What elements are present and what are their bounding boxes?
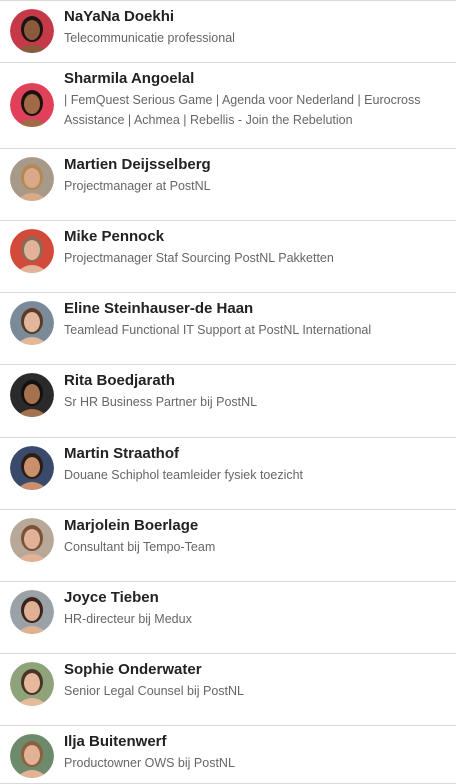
- connection-item[interactable]: Martien Deijsselberg Projectmanager at Po…: [0, 149, 456, 221]
- profile-photo-icon: [10, 662, 54, 706]
- connection-name[interactable]: Ilja Buitenwerf: [64, 732, 454, 751]
- connection-info: Ilja Buitenwerf Productowner OWS bij Post…: [64, 732, 454, 773]
- connection-headline: HR-directeur bij Medux: [64, 612, 192, 626]
- profile-photo-icon: [10, 590, 54, 634]
- connection-headline: Senior Legal Counsel bij PostNL: [64, 684, 244, 698]
- connection-item[interactable]: Rita Boedjarath Sr HR Business Partner bi…: [0, 365, 456, 438]
- profile-photo-icon: [10, 229, 54, 273]
- connection-item[interactable]: Eline Steinhauser-de Haan Teamlead Functi…: [0, 293, 456, 365]
- avatar[interactable]: [10, 373, 54, 417]
- avatar[interactable]: [10, 229, 54, 273]
- profile-photo-icon: [10, 373, 54, 417]
- connection-headline: Projectmanager at PostNL: [64, 179, 211, 193]
- connection-headline: | FemQuest Serious Game | Agenda voor Ne…: [64, 93, 421, 127]
- connection-name[interactable]: Joyce Tieben: [64, 588, 454, 607]
- connection-item[interactable]: Sophie Onderwater Senior Legal Counsel bi…: [0, 654, 456, 726]
- connection-headline: Sr HR Business Partner bij PostNL: [64, 395, 258, 409]
- avatar[interactable]: [10, 662, 54, 706]
- connection-info: Marjolein Boerlage Consultant bij Tempo-T…: [64, 516, 454, 557]
- connection-item[interactable]: NaYaNa Doekhi Telecommunicatie profession…: [0, 1, 456, 63]
- connection-name[interactable]: Martin Straathof: [64, 444, 454, 463]
- connection-info: Mike Pennock Projectmanager Staf Sourcing…: [64, 227, 454, 268]
- connection-headline: Projectmanager Staf Sourcing PostNL Pakk…: [64, 251, 334, 265]
- connection-name[interactable]: Mike Pennock: [64, 227, 454, 246]
- connection-info: Sophie Onderwater Senior Legal Counsel bi…: [64, 660, 454, 701]
- connection-info: Joyce Tieben HR-directeur bij Medux: [64, 588, 454, 629]
- connection-info: Martin Straathof Douane Schiphol teamleid…: [64, 444, 454, 485]
- connection-headline: Telecommunicatie professional: [64, 31, 235, 45]
- connection-item[interactable]: Marjolein Boerlage Consultant bij Tempo-T…: [0, 510, 456, 582]
- connection-headline: Consultant bij Tempo-Team: [64, 540, 216, 554]
- profile-photo-icon: [10, 301, 54, 345]
- connection-name[interactable]: Sophie Onderwater: [64, 660, 454, 679]
- profile-photo-icon: [10, 9, 54, 53]
- connection-info: Eline Steinhauser-de Haan Teamlead Functi…: [64, 299, 454, 340]
- connection-name[interactable]: Rita Boedjarath: [64, 371, 454, 390]
- connection-item[interactable]: Joyce Tieben HR-directeur bij Medux: [0, 582, 456, 654]
- connection-item[interactable]: Martin Straathof Douane Schiphol teamleid…: [0, 438, 456, 510]
- connection-headline: Douane Schiphol teamleider fysiek toezic…: [64, 468, 304, 482]
- connection-info: Sharmila Angoelal | FemQuest Serious Game…: [64, 69, 454, 130]
- avatar[interactable]: [10, 518, 54, 562]
- connection-name[interactable]: Martien Deijsselberg: [64, 155, 454, 174]
- profile-photo-icon: [10, 734, 54, 778]
- connection-name[interactable]: Eline Steinhauser-de Haan: [64, 299, 454, 318]
- avatar[interactable]: [10, 590, 54, 634]
- connection-name[interactable]: Marjolein Boerlage: [64, 516, 454, 535]
- profile-photo-icon: [10, 446, 54, 490]
- avatar[interactable]: [10, 301, 54, 345]
- connection-headline: Teamlead Functional IT Support at PostNL…: [64, 323, 372, 337]
- connection-item[interactable]: Ilja Buitenwerf Productowner OWS bij Post…: [0, 726, 456, 784]
- avatar[interactable]: [10, 83, 54, 127]
- connection-name[interactable]: NaYaNa Doekhi: [64, 7, 454, 26]
- profile-photo-icon: [10, 157, 54, 201]
- connection-item[interactable]: Mike Pennock Projectmanager Staf Sourcing…: [0, 221, 456, 293]
- connection-name[interactable]: Sharmila Angoelal: [64, 69, 454, 88]
- connection-info: NaYaNa Doekhi Telecommunicatie profession…: [64, 7, 454, 48]
- connection-item[interactable]: Sharmila Angoelal | FemQuest Serious Game…: [0, 63, 456, 149]
- avatar[interactable]: [10, 446, 54, 490]
- profile-photo-icon: [10, 518, 54, 562]
- connection-info: Rita Boedjarath Sr HR Business Partner bi…: [64, 371, 454, 412]
- avatar[interactable]: [10, 734, 54, 778]
- profile-photo-icon: [10, 83, 54, 127]
- connection-headline: Productowner OWS bij PostNL: [64, 756, 235, 770]
- connections-list: NaYaNa Doekhi Telecommunicatie profession…: [0, 0, 456, 784]
- avatar[interactable]: [10, 157, 54, 201]
- avatar[interactable]: [10, 9, 54, 53]
- connection-info: Martien Deijsselberg Projectmanager at Po…: [64, 155, 454, 196]
